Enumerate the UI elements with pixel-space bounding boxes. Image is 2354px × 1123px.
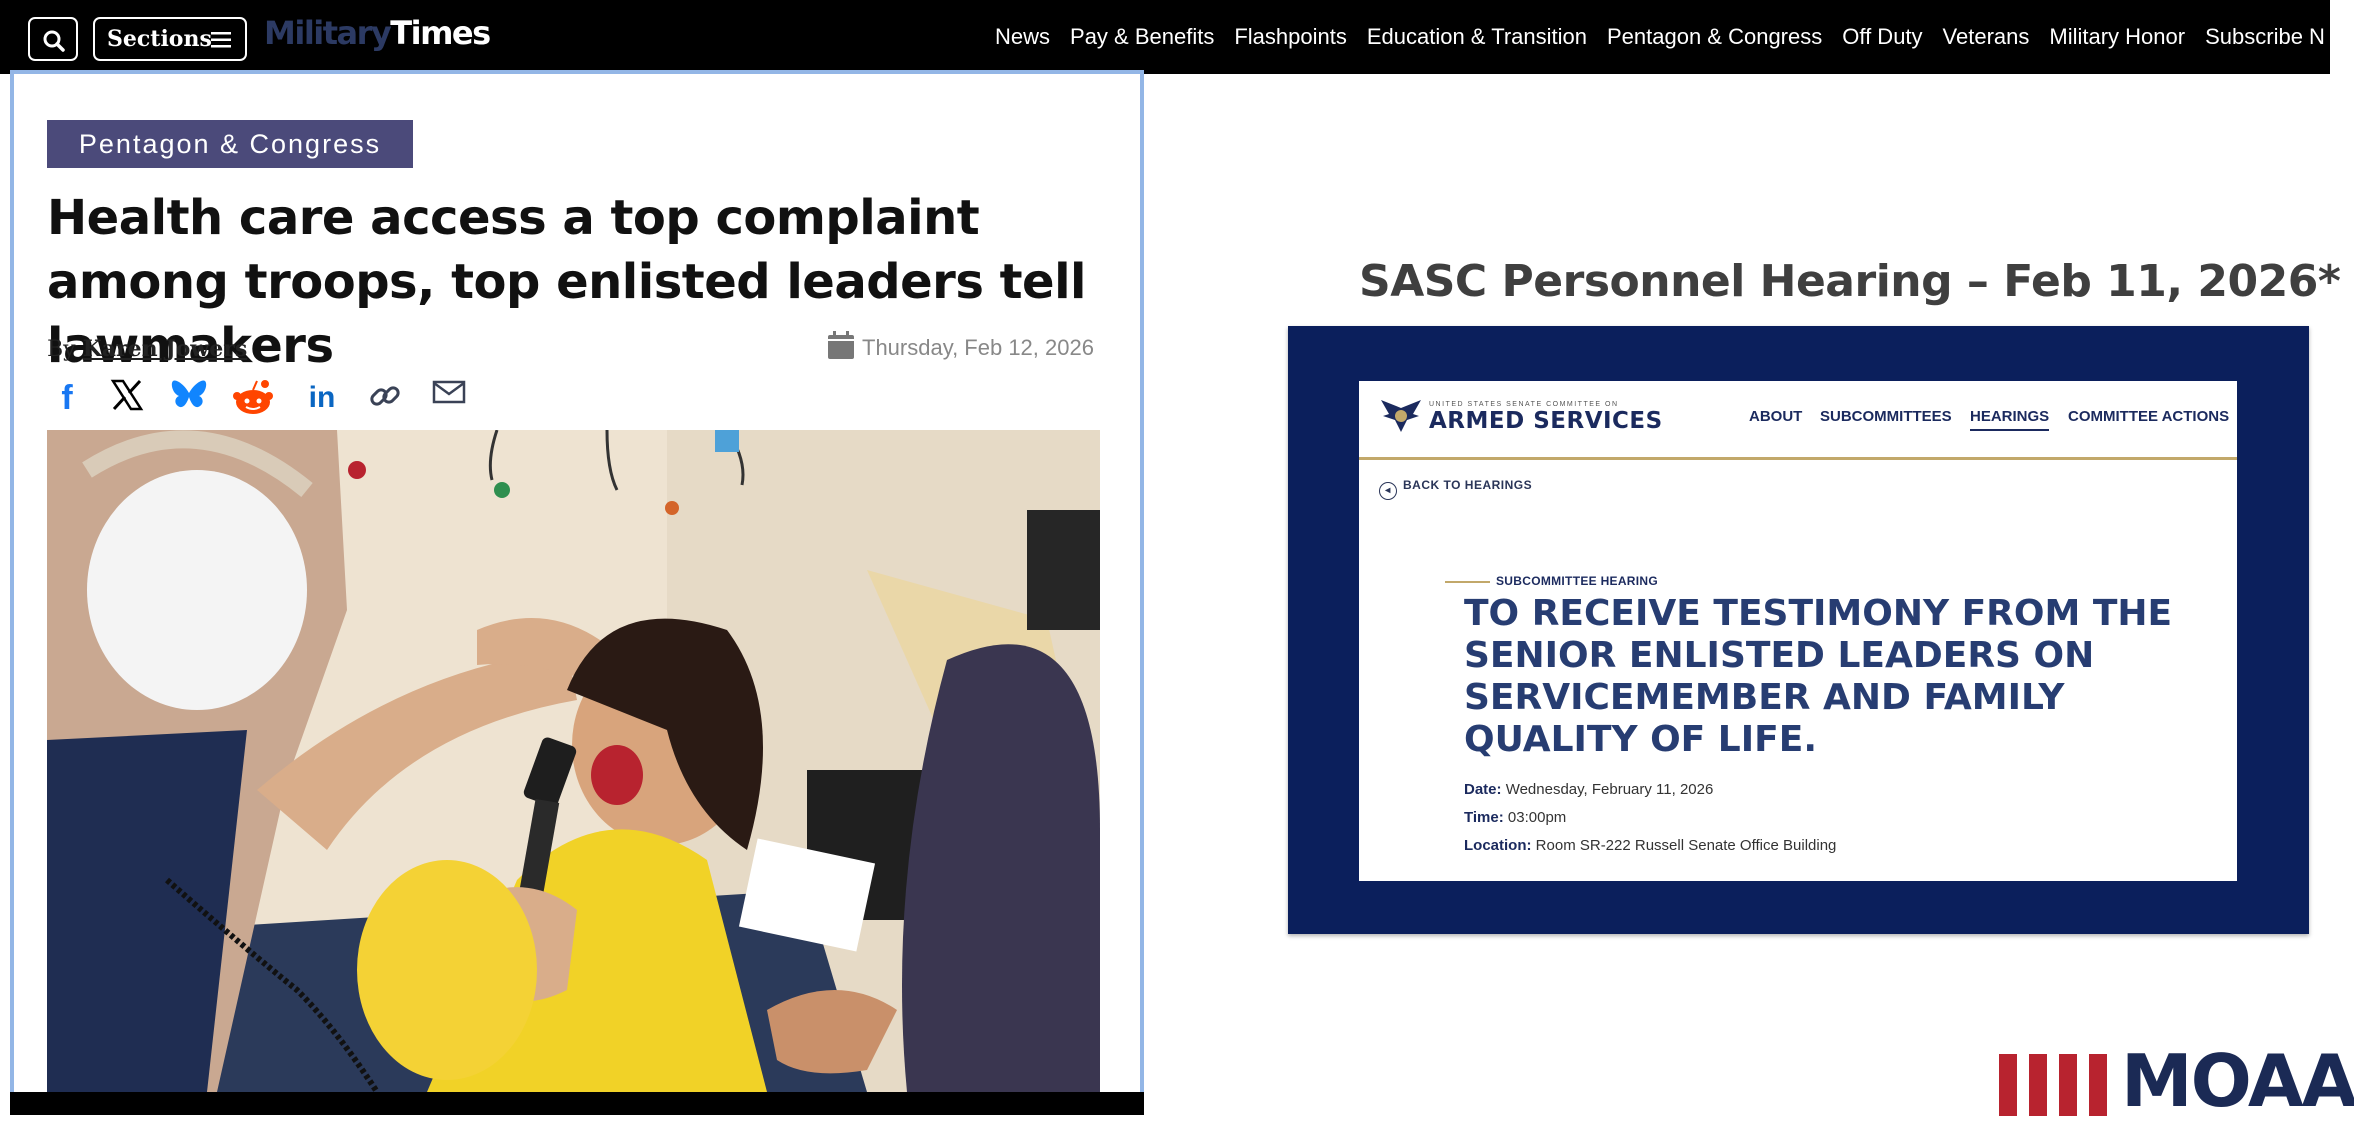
reddit-icon[interactable] xyxy=(232,378,273,418)
hearing-time-label: Time: xyxy=(1464,809,1504,826)
nav-item-pentagon-congress[interactable]: Pentagon & Congress xyxy=(1607,24,1822,49)
back-to-hearings-link[interactable]: ◂ BACK TO HEARINGS xyxy=(1379,478,1532,500)
category-tag[interactable]: Pentagon & Congress xyxy=(47,120,413,168)
facebook-icon[interactable]: f xyxy=(47,378,87,418)
search-button[interactable] xyxy=(28,17,78,61)
publish-date-text: Thursday, Feb 12, 2026 xyxy=(862,335,1094,360)
slide-title: SASC Personnel Hearing – Feb 11, 2026* xyxy=(1359,256,2341,307)
hearing-time: Time: 03:00pm xyxy=(1464,809,1566,826)
email-icon[interactable] xyxy=(429,378,469,418)
publish-date: Thursday, Feb 12, 2026 xyxy=(828,331,1094,365)
sasc-header: UNITED STATES SENATE COMMITTEE ON ARMED … xyxy=(1359,381,2237,460)
nav-item-off-duty[interactable]: Off Duty xyxy=(1842,24,1922,49)
sasc-nav-hearings[interactable]: HEARINGS xyxy=(1970,408,2050,431)
nav-item-flashpoints[interactable]: Flashpoints xyxy=(1234,24,1347,49)
kicker-rule xyxy=(1445,581,1490,583)
byline-prefix: By xyxy=(47,337,76,362)
x-icon[interactable] xyxy=(107,378,147,418)
brand-bold: Times xyxy=(390,14,491,52)
nav-item-pay-benefits[interactable]: Pay & Benefits xyxy=(1070,24,1214,49)
sections-label: Sections xyxy=(107,26,212,52)
nav-item-veterans[interactable]: Veterans xyxy=(1943,24,2030,49)
hearing-time-value: 03:00pm xyxy=(1507,809,1567,826)
hearing-title: TO RECEIVE TESTIMONY FROM THE SENIOR ENL… xyxy=(1464,593,2173,760)
byline: By Karen Jowers xyxy=(47,336,247,362)
site-logo[interactable]: MilitaryTimes xyxy=(264,14,491,52)
hearing-location: Location: Room SR-222 Russell Senate Off… xyxy=(1464,837,1836,854)
nav-item-subscribe[interactable]: Subscribe N xyxy=(2205,24,2325,49)
hearing-page-screenshot: UNITED STATES SENATE COMMITTEE ON ARMED … xyxy=(1359,381,2237,881)
sasc-subtitle: UNITED STATES SENATE COMMITTEE ON xyxy=(1429,401,1619,408)
sasc-title: ARMED SERVICES xyxy=(1429,408,1663,434)
moaa-bars-icon xyxy=(1999,1054,2107,1116)
hearing-location-value: Room SR-222 Russell Senate Office Buildi… xyxy=(1535,837,1837,854)
top-navigation: Sections MilitaryTimes News Pay & Benefit… xyxy=(0,0,2330,74)
search-icon xyxy=(43,30,65,52)
back-label: BACK TO HEARINGS xyxy=(1403,478,1533,492)
author-link[interactable]: Karen Jowers xyxy=(83,336,248,362)
sasc-nav-committee-actions[interactable]: COMMITTEE ACTIONS xyxy=(2068,408,2229,425)
linkedin-icon[interactable]: in xyxy=(302,378,342,418)
nav-item-education-transition[interactable]: Education & Transition xyxy=(1367,24,1587,49)
hamburger-icon xyxy=(211,32,231,48)
link-icon[interactable] xyxy=(365,378,405,418)
bluesky-icon[interactable] xyxy=(169,378,209,418)
moaa-wordmark: MOAA xyxy=(2121,1039,2354,1123)
back-arrow-icon: ◂ xyxy=(1379,482,1397,500)
article-photo xyxy=(47,430,1100,1092)
hearing-date: Date: Wednesday, February 11, 2026 xyxy=(1464,781,1713,798)
brand-light: Military xyxy=(264,14,392,52)
nav-item-military-honor[interactable]: Military Honor xyxy=(2049,24,2185,49)
article-panel-bottom-bar xyxy=(10,1092,1144,1115)
hearing-location-label: Location: xyxy=(1464,837,1532,854)
eagle-seal-icon xyxy=(1381,400,1421,432)
sasc-nav-about[interactable]: ABOUT xyxy=(1749,408,1802,425)
sections-menu-button[interactable]: Sections xyxy=(93,17,247,61)
sasc-nav-subcommittees[interactable]: SUBCOMMITTEES xyxy=(1820,408,1952,425)
main-nav: News Pay & Benefits Flashpoints Education &… xyxy=(995,24,2345,50)
hearing-date-value: Wednesday, February 11, 2026 xyxy=(1505,781,1714,798)
calendar-icon xyxy=(828,331,854,359)
nav-item-news[interactable]: News xyxy=(995,24,1050,49)
hearing-date-label: Date: xyxy=(1464,781,1502,798)
hearing-kicker: SUBCOMMITTEE HEARING xyxy=(1496,574,1658,588)
